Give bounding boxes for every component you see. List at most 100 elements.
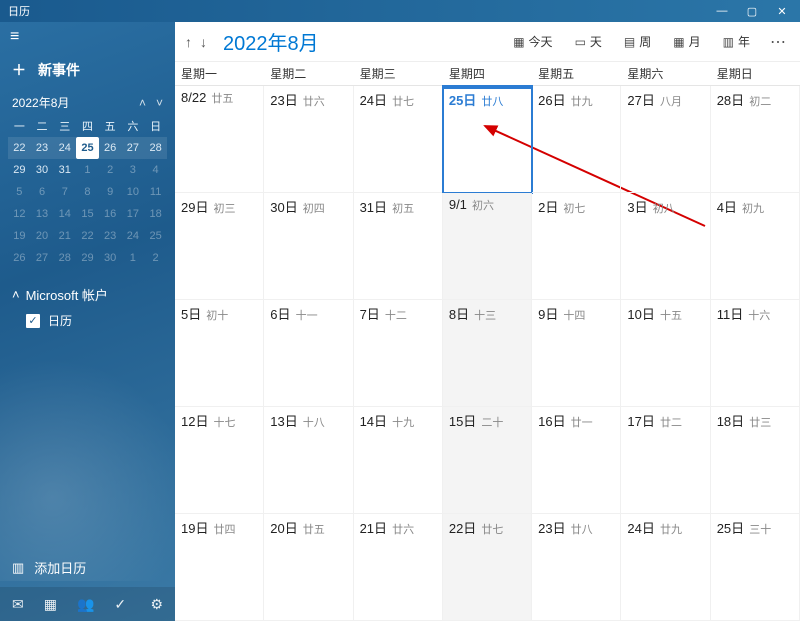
- hamburger-button[interactable]: ≡: [0, 22, 175, 52]
- mini-day[interactable]: 9: [99, 181, 122, 203]
- day-cell[interactable]: 22日 廿七: [443, 514, 532, 621]
- day-cell[interactable]: 28日 初二: [711, 86, 800, 193]
- mini-day[interactable]: 21: [53, 225, 76, 247]
- mini-day[interactable]: 1: [122, 247, 145, 269]
- day-cell[interactable]: 24日 廿七: [354, 86, 443, 193]
- day-cell[interactable]: 9/1 初六: [443, 193, 532, 300]
- window-maximize-button[interactable]: ▢: [744, 5, 760, 18]
- day-cell[interactable]: 2日 初七: [532, 193, 621, 300]
- day-cell[interactable]: 17日 廿二: [621, 407, 710, 514]
- mini-day[interactable]: 4: [144, 159, 167, 181]
- day-cell[interactable]: 19日 廿四: [175, 514, 264, 621]
- mini-day[interactable]: 27: [31, 247, 54, 269]
- mini-day[interactable]: 19: [8, 225, 31, 247]
- day-cell[interactable]: 31日 初五: [354, 193, 443, 300]
- year-view-button[interactable]: ▥年: [717, 30, 756, 53]
- mini-day[interactable]: 3: [122, 159, 145, 181]
- day-cell[interactable]: 4日 初九: [711, 193, 800, 300]
- mini-day[interactable]: 22: [76, 225, 99, 247]
- mini-day[interactable]: 12: [8, 203, 31, 225]
- day-cell[interactable]: 8日 十三: [443, 300, 532, 407]
- mini-next-month[interactable]: ˅: [156, 96, 163, 110]
- mini-day[interactable]: 6: [31, 181, 54, 203]
- mini-day[interactable]: 26: [99, 137, 122, 159]
- mini-day[interactable]: 22: [8, 137, 31, 159]
- mini-day[interactable]: 24: [122, 225, 145, 247]
- prev-period-button[interactable]: ↑: [185, 34, 192, 50]
- day-cell[interactable]: 18日 廿三: [711, 407, 800, 514]
- mini-day[interactable]: 31: [53, 159, 76, 181]
- mini-day[interactable]: 26: [8, 247, 31, 269]
- day-cell[interactable]: 10日 十五: [621, 300, 710, 407]
- mini-day[interactable]: 20: [31, 225, 54, 247]
- mini-day[interactable]: 23: [99, 225, 122, 247]
- day-cell[interactable]: 23日 廿八: [532, 514, 621, 621]
- mini-day[interactable]: 7: [53, 181, 76, 203]
- mini-day[interactable]: 24: [53, 137, 76, 159]
- day-cell[interactable]: 16日 廿一: [532, 407, 621, 514]
- new-event-button[interactable]: ＋ 新事件: [0, 52, 175, 92]
- mini-day[interactable]: 2: [99, 159, 122, 181]
- window-minimize-button[interactable]: —: [714, 5, 730, 18]
- mini-day[interactable]: 25: [144, 225, 167, 247]
- people-icon[interactable]: 👥: [77, 596, 94, 613]
- day-cell[interactable]: 20日 廿五: [264, 514, 353, 621]
- today-button[interactable]: ▦今天: [507, 30, 558, 53]
- mini-day[interactable]: 30: [99, 247, 122, 269]
- day-view-button[interactable]: ▭天: [569, 30, 608, 53]
- day-cell[interactable]: 25日 三十: [711, 514, 800, 621]
- day-cell[interactable]: 9日 十四: [532, 300, 621, 407]
- mini-day[interactable]: 16: [99, 203, 122, 225]
- day-cell[interactable]: 21日 廿六: [354, 514, 443, 621]
- mini-day[interactable]: 25: [76, 137, 99, 159]
- day-cell[interactable]: 12日 十七: [175, 407, 264, 514]
- day-cell[interactable]: 3日 初八: [621, 193, 710, 300]
- add-calendar-button[interactable]: ▥ 添加日历: [0, 548, 175, 587]
- mini-day[interactable]: 27: [122, 137, 145, 159]
- mini-day[interactable]: 10: [122, 181, 145, 203]
- mini-day[interactable]: 29: [8, 159, 31, 181]
- account-toggle[interactable]: ˄ Microsoft 帐户: [12, 285, 163, 304]
- day-cell[interactable]: 8/22 廿五: [175, 86, 264, 193]
- mini-day[interactable]: 8: [76, 181, 99, 203]
- mini-calendar[interactable]: 一二三四五六日 22232425262728293031123456789101…: [8, 115, 167, 269]
- day-cell[interactable]: 5日 初十: [175, 300, 264, 407]
- mini-day[interactable]: 23: [31, 137, 54, 159]
- mail-icon[interactable]: ✉: [12, 596, 24, 613]
- calendar-icon[interactable]: ▦: [44, 596, 57, 613]
- mini-day[interactable]: 28: [53, 247, 76, 269]
- day-cell[interactable]: 24日 廿九: [621, 514, 710, 621]
- mini-day[interactable]: 11: [144, 181, 167, 203]
- day-cell[interactable]: 6日 十一: [264, 300, 353, 407]
- mini-prev-month[interactable]: ˄: [139, 96, 146, 110]
- day-cell[interactable]: 30日 初四: [264, 193, 353, 300]
- mini-day[interactable]: 17: [122, 203, 145, 225]
- mini-day[interactable]: 14: [53, 203, 76, 225]
- day-cell[interactable]: 15日 二十: [443, 407, 532, 514]
- more-button[interactable]: ⋯: [766, 32, 790, 52]
- calendar-checkbox-row[interactable]: ✓ 日历: [12, 304, 163, 329]
- day-cell[interactable]: 23日 廿六: [264, 86, 353, 193]
- day-cell[interactable]: 7日 十二: [354, 300, 443, 407]
- mini-day[interactable]: 13: [31, 203, 54, 225]
- header-month-title[interactable]: 2022年8月: [223, 27, 319, 56]
- mini-day[interactable]: 1: [76, 159, 99, 181]
- day-cell[interactable]: 14日 十九: [354, 407, 443, 514]
- week-view-button[interactable]: ▤周: [618, 30, 657, 53]
- mini-day[interactable]: 30: [31, 159, 54, 181]
- month-view-button[interactable]: ▦月: [667, 30, 706, 53]
- mini-day[interactable]: 29: [76, 247, 99, 269]
- day-cell[interactable]: 27日 八月: [621, 86, 710, 193]
- mini-day[interactable]: 15: [76, 203, 99, 225]
- settings-icon[interactable]: ⚙: [150, 596, 163, 613]
- mini-day[interactable]: 5: [8, 181, 31, 203]
- mini-day[interactable]: 28: [144, 137, 167, 159]
- mini-day[interactable]: 2: [144, 247, 167, 269]
- mini-day[interactable]: 18: [144, 203, 167, 225]
- day-cell[interactable]: 29日 初三: [175, 193, 264, 300]
- day-cell[interactable]: 26日 廿九: [532, 86, 621, 193]
- next-period-button[interactable]: ↓: [200, 34, 207, 50]
- window-close-button[interactable]: ✕: [774, 5, 790, 18]
- day-cell[interactable]: 11日 十六: [711, 300, 800, 407]
- day-cell[interactable]: 25日 廿八: [443, 86, 532, 193]
